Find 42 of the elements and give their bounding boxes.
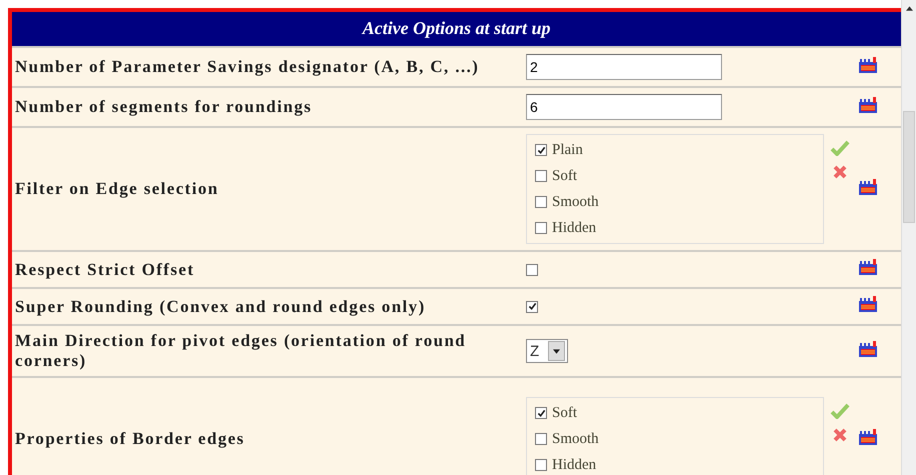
dropdown[interactable]: Z	[526, 339, 568, 363]
checkbox[interactable]	[535, 459, 547, 471]
scrollbar-thumb[interactable]	[903, 111, 915, 223]
option-label: Number of segments for roundings	[15, 97, 312, 116]
check-icon[interactable]	[830, 403, 850, 419]
checkbox-label: Soft	[552, 168, 578, 184]
checkbox-label: Hidden	[552, 456, 596, 474]
checkbox-label: Smooth	[552, 430, 599, 448]
option-label: Super Rounding (Convex and round edges only)	[15, 296, 426, 316]
table-header: Active Options at start up	[12, 12, 901, 46]
checkbox[interactable]	[535, 433, 547, 445]
check-icon[interactable]	[830, 140, 850, 156]
factory-icon[interactable]	[858, 340, 878, 358]
close-icon[interactable]	[832, 427, 848, 443]
factory-icon[interactable]	[858, 295, 878, 313]
option-label: Number of Parameter Savings designator (A, B, C, ...)	[15, 57, 480, 76]
scrollbar[interactable]	[901, 0, 916, 475]
option-label: Respect Strict Offset	[15, 260, 195, 278]
factory-icon[interactable]	[858, 178, 878, 196]
checkbox[interactable]	[526, 264, 538, 276]
checkbox[interactable]	[535, 170, 547, 182]
checkbox-label: Plain	[552, 142, 583, 158]
checkbox-label: Smooth	[552, 194, 599, 210]
input-field[interactable]: 6	[526, 94, 722, 120]
checkbox[interactable]	[535, 144, 547, 156]
close-icon[interactable]	[832, 164, 848, 180]
option-label: Filter on Edge selection	[15, 179, 219, 198]
up-arrow-icon[interactable]	[906, 6, 912, 11]
factory-icon[interactable]	[858, 56, 878, 74]
checkbox[interactable]	[526, 300, 538, 312]
checkbox[interactable]	[535, 222, 547, 234]
checkbox-label: Soft	[552, 404, 578, 422]
factory-icon[interactable]	[858, 428, 878, 446]
caret-icon	[553, 348, 560, 354]
option-label: Main Direction for pivot edges (orientation of round corners)	[15, 331, 466, 370]
checkbox-label: Hidden	[552, 220, 596, 236]
checkbox[interactable]	[535, 196, 547, 208]
factory-icon[interactable]	[858, 258, 878, 276]
option-label: Properties of Border edges	[15, 429, 245, 448]
checkbox[interactable]	[535, 407, 547, 419]
factory-icon[interactable]	[858, 96, 878, 114]
input-field[interactable]: 2	[526, 54, 722, 80]
